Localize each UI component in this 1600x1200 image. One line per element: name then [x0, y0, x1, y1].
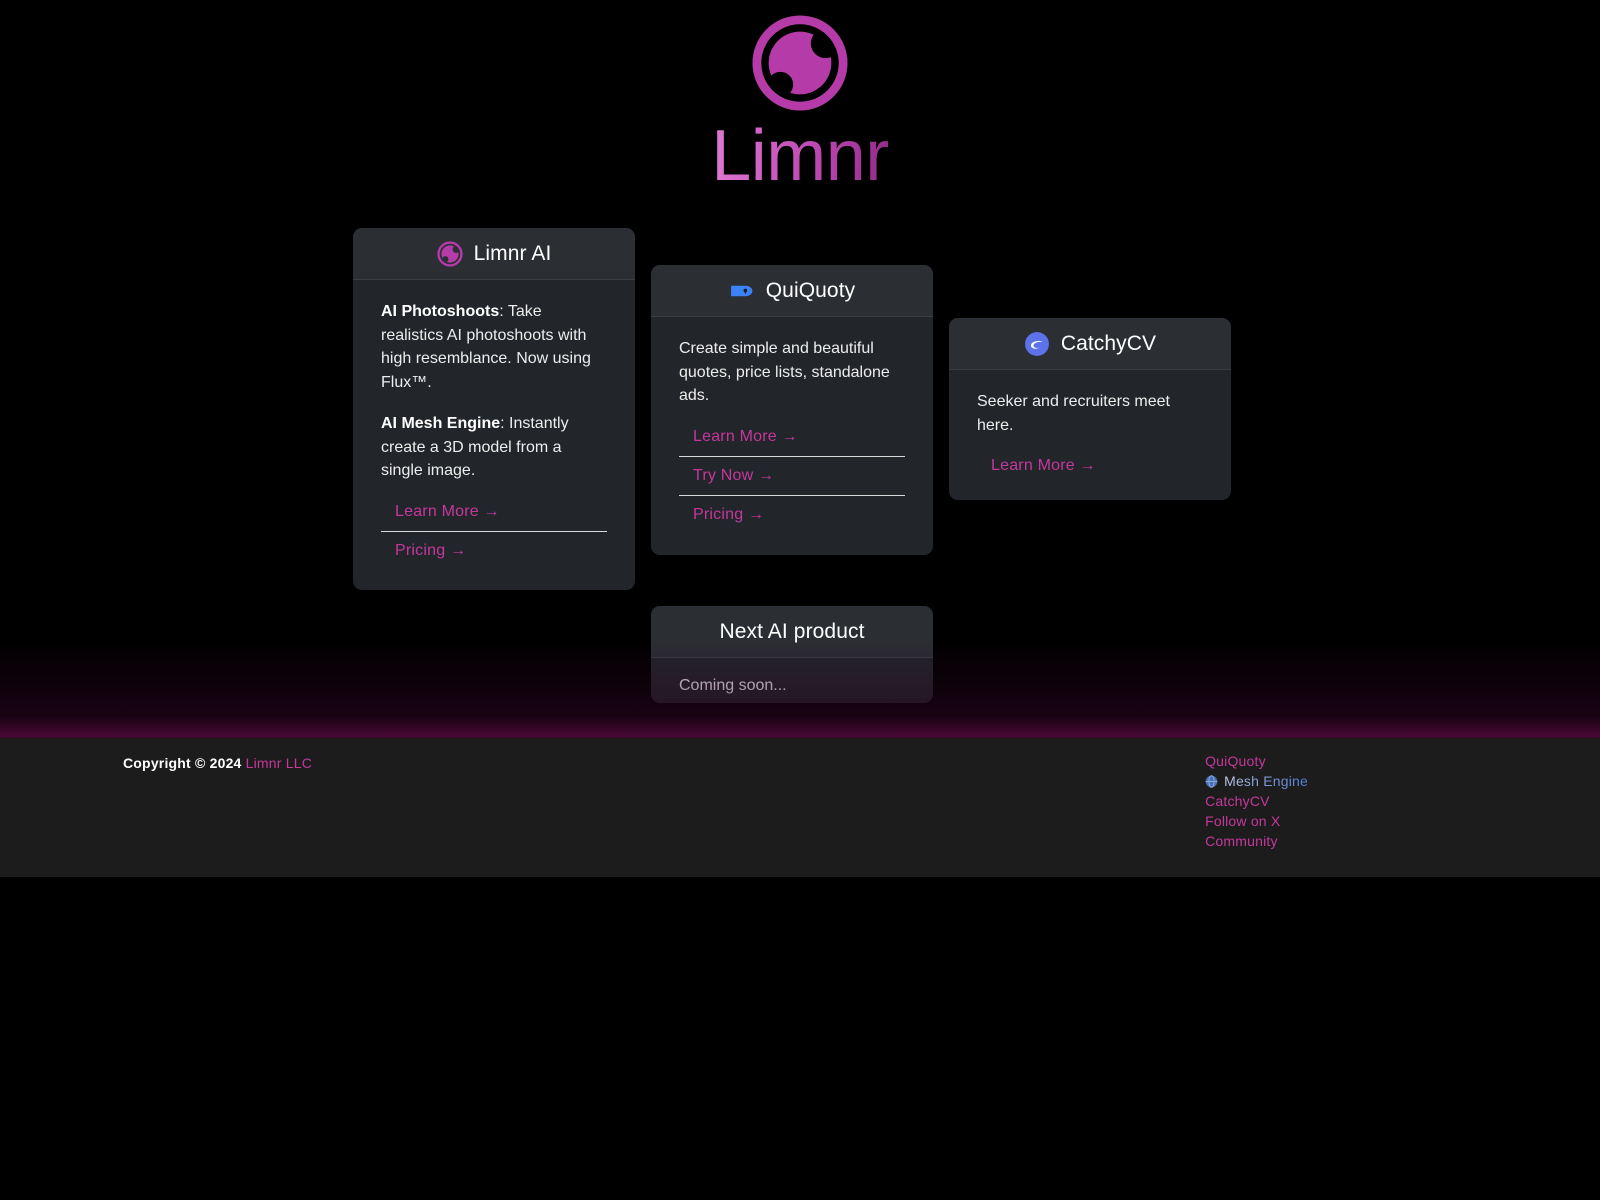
pricing-link[interactable]: Pricing →: [381, 532, 607, 570]
landing-page: Limnr Limnr AI AI Photoshoots: Take real…: [0, 0, 1600, 1200]
pricing-link[interactable]: Pricing →: [679, 496, 905, 534]
company-name: Limnr LLC: [245, 755, 313, 771]
card-body: Coming soon...: [651, 658, 933, 703]
card-body: AI Photoshoots: Take realistics AI photo…: [353, 280, 635, 590]
card-title: CatchyCV: [1060, 331, 1157, 355]
footer-link-catchycv[interactable]: CatchyCV: [1205, 793, 1270, 809]
limnr-orb-icon: [436, 240, 463, 267]
product-card-limnr-ai[interactable]: Limnr AI AI Photoshoots: Take realistics…: [353, 228, 635, 590]
card-header: CatchyCV: [949, 318, 1231, 370]
card-body: Seeker and recruiters meet here. Learn M…: [949, 370, 1231, 500]
product-card-next-ai-product: Next AI product Coming soon...: [651, 606, 933, 703]
paragraph-lead: AI Photoshoots: [381, 303, 500, 320]
footer-link-label: Follow on X: [1205, 813, 1281, 829]
footer-link-list: QuiQuoty Mesh Engine CatchyCV Follow on …: [1205, 753, 1308, 849]
copyright-prefix: Copyright © 2024: [123, 755, 242, 771]
card-header: Next AI product: [651, 606, 933, 658]
globe-dot-icon: [1205, 774, 1218, 788]
learn-more-link[interactable]: Learn More →: [977, 447, 1203, 485]
footer-link-community[interactable]: Community: [1205, 833, 1278, 849]
card-header: QuiQuoty: [651, 265, 933, 317]
blue-tag-icon: [730, 285, 753, 296]
card-header: Limnr AI: [353, 228, 635, 280]
product-card-catchycv[interactable]: CatchyCV Seeker and recruiters meet here…: [949, 318, 1231, 500]
footer-link-label: CatchyCV: [1205, 793, 1270, 809]
footer-link-label: Community: [1205, 833, 1278, 849]
footer-link-label: QuiQuoty: [1205, 753, 1266, 769]
footer-link-follow-on-x[interactable]: Follow on X: [1205, 813, 1280, 829]
site-footer: Copyright © 2024 Limnr LLC QuiQuoty Mesh…: [0, 737, 1600, 877]
card-body: Create simple and beautiful quotes, pric…: [651, 317, 933, 555]
card-title: Limnr AI: [473, 241, 552, 265]
learn-more-link[interactable]: Learn More →: [679, 418, 905, 457]
copyright-text: Copyright © 2024 Limnr LLC: [123, 755, 312, 771]
card-title: QuiQuoty: [765, 278, 856, 302]
card-links: Learn More →: [977, 447, 1203, 485]
card-paragraph: AI Photoshoots: Take realistics AI photo…: [381, 300, 607, 394]
card-title: Next AI product: [719, 619, 865, 643]
card-links: Learn More → Pricing →: [381, 493, 607, 570]
card-paragraph: Seeker and recruiters meet here.: [977, 393, 1170, 434]
product-card-quiquoty[interactable]: QuiQuoty Create simple and beautiful quo…: [651, 265, 933, 555]
footer-link-mesh-engine[interactable]: Mesh Engine: [1205, 773, 1308, 789]
learn-more-link[interactable]: Learn More →: [381, 493, 607, 532]
paragraph-lead: AI Mesh Engine: [381, 415, 501, 432]
try-now-link[interactable]: Try Now →: [679, 457, 905, 496]
blue-swoosh-circle-icon: [1024, 331, 1049, 356]
card-paragraph: AI Mesh Engine: Instantly create a 3D mo…: [381, 412, 607, 483]
hero-brand: Limnr: [0, 0, 1600, 210]
card-paragraph: Coming soon...: [679, 677, 787, 694]
card-paragraph: Create simple and beautiful quotes, pric…: [679, 340, 890, 404]
limnr-orb-icon: [752, 15, 848, 111]
footer-link-quiquoty[interactable]: QuiQuoty: [1205, 753, 1266, 769]
page-title: Limnr: [711, 116, 889, 196]
card-links: Learn More → Try Now → Pricing →: [679, 418, 905, 534]
footer-link-label: Mesh Engine: [1224, 773, 1308, 789]
product-card-grid: Limnr AI AI Photoshoots: Take realistics…: [0, 228, 1600, 718]
